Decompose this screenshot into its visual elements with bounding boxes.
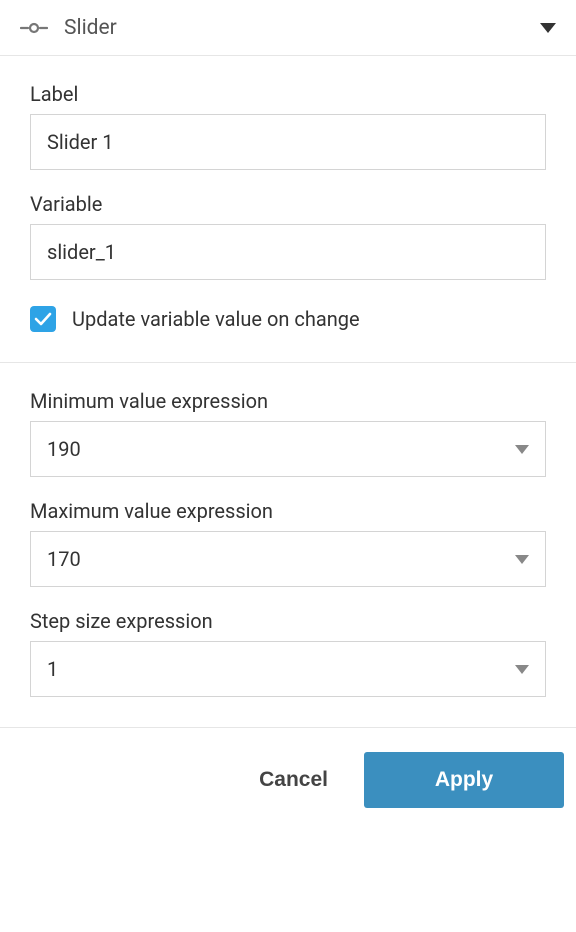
- step-expr-label: Step size expression: [30, 609, 546, 633]
- panel-title: Slider: [64, 16, 524, 40]
- expression-fields-section: Minimum value expression 190 Maximum val…: [0, 362, 576, 727]
- collapse-caret-icon[interactable]: [540, 23, 556, 33]
- panel-footer: Cancel Apply: [0, 727, 576, 832]
- max-expr-field: Maximum value expression 170: [30, 499, 546, 587]
- min-expr-field: Minimum value expression 190: [30, 389, 546, 477]
- label-field-label: Label: [30, 82, 546, 106]
- apply-button[interactable]: Apply: [364, 752, 564, 808]
- max-expr-value: 170: [47, 547, 81, 571]
- update-on-change-label: Update variable value on change: [72, 307, 360, 331]
- label-field: Label: [30, 82, 546, 170]
- slider-properties-panel: Slider Label Variable Update variable va…: [0, 0, 576, 832]
- label-input[interactable]: [30, 114, 546, 170]
- max-expr-input[interactable]: 170: [30, 531, 546, 587]
- min-expr-value: 190: [47, 437, 81, 461]
- cancel-button[interactable]: Cancel: [247, 752, 340, 808]
- basic-fields-section: Label Variable Update variable value on …: [0, 56, 576, 362]
- chevron-down-icon: [515, 445, 529, 454]
- panel-header: Slider: [0, 0, 576, 56]
- variable-input[interactable]: [30, 224, 546, 280]
- chevron-down-icon: [515, 665, 529, 674]
- update-on-change-checkbox[interactable]: [30, 306, 56, 332]
- slider-icon: [20, 21, 48, 35]
- step-expr-field: Step size expression 1: [30, 609, 546, 697]
- chevron-down-icon: [515, 555, 529, 564]
- min-expr-label: Minimum value expression: [30, 389, 546, 413]
- step-expr-input[interactable]: 1: [30, 641, 546, 697]
- max-expr-label: Maximum value expression: [30, 499, 546, 523]
- variable-field: Variable: [30, 192, 546, 280]
- variable-field-label: Variable: [30, 192, 546, 216]
- update-on-change-row[interactable]: Update variable value on change: [30, 306, 546, 332]
- step-expr-value: 1: [47, 657, 58, 681]
- min-expr-input[interactable]: 190: [30, 421, 546, 477]
